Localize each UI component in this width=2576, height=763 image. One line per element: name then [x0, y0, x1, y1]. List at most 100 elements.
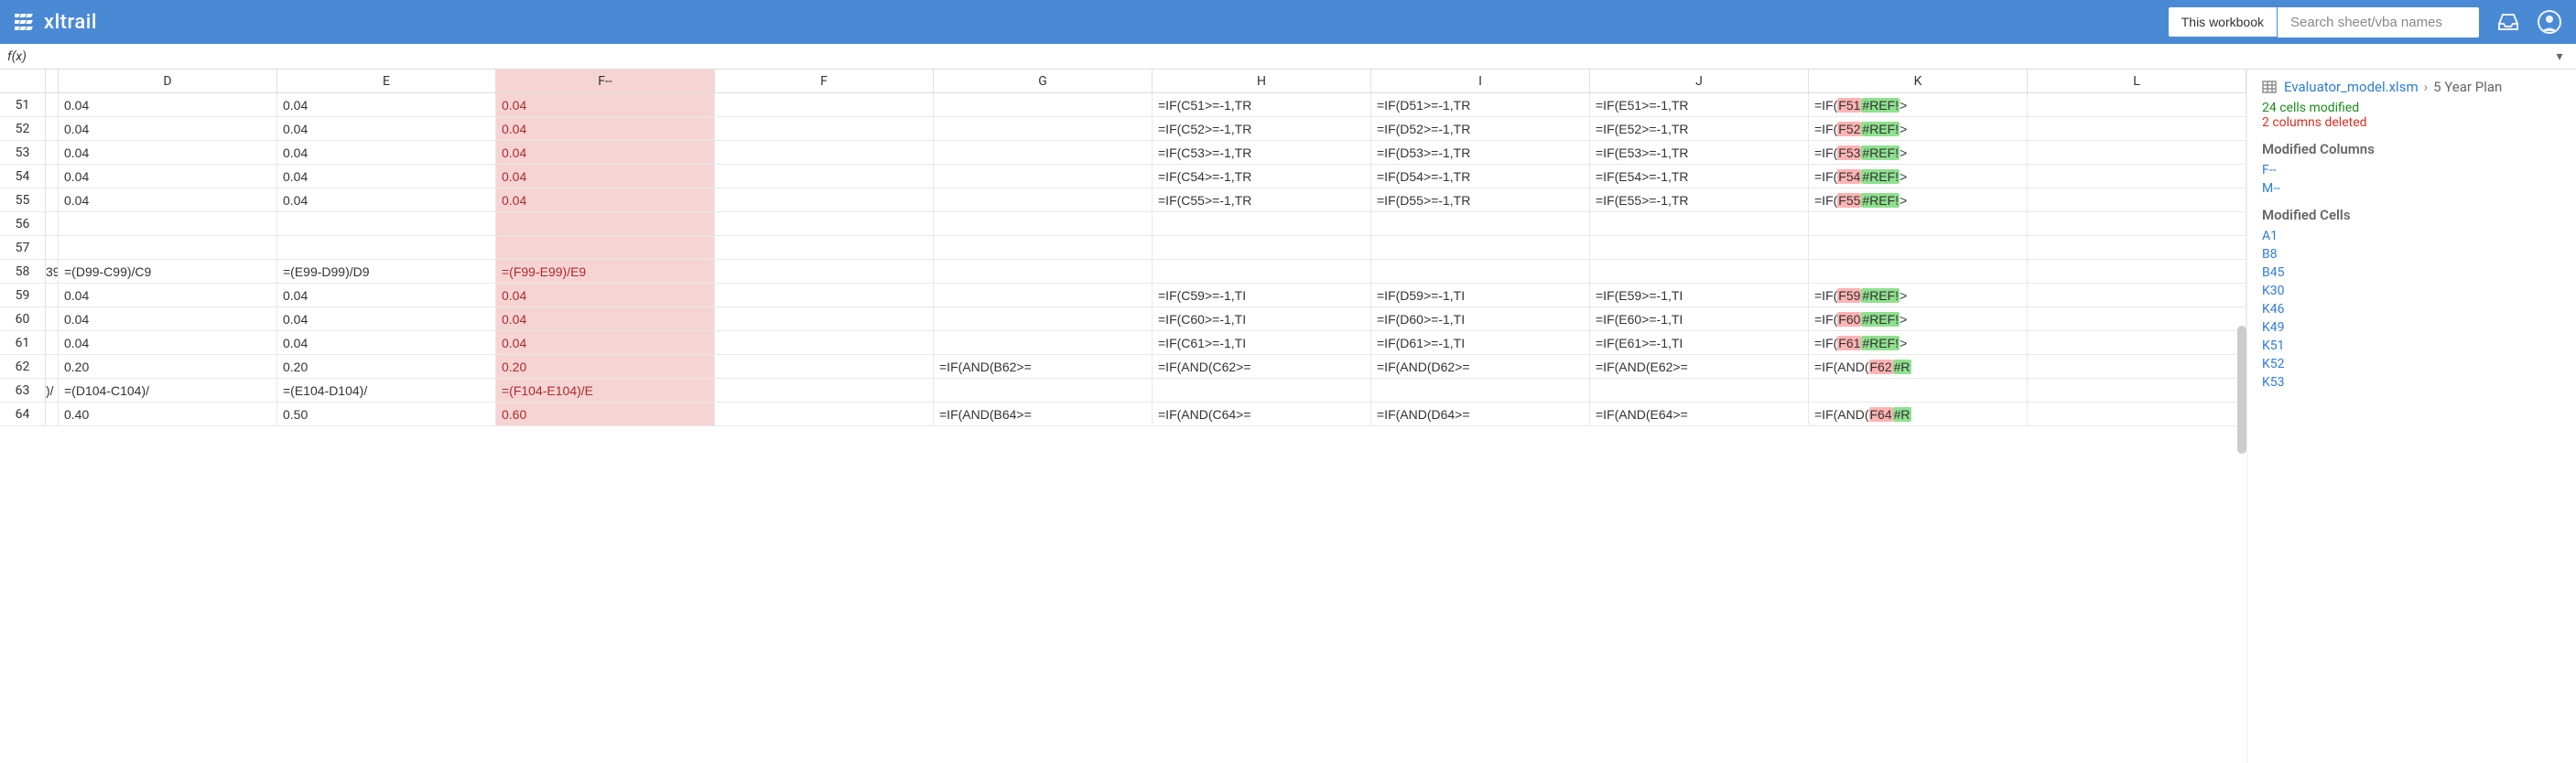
cell[interactable]: =IF(AND(C64>= — [1153, 403, 1371, 425]
cell[interactable] — [2028, 117, 2246, 140]
column-header[interactable]: F-- — [496, 70, 715, 92]
row-header[interactable]: 56 — [0, 212, 46, 235]
cell[interactable] — [46, 355, 59, 378]
corner-cell[interactable] — [0, 70, 46, 92]
cell[interactable]: 0.04 — [277, 93, 496, 116]
cell[interactable]: 0.04 — [59, 141, 277, 164]
cell[interactable]: =IF(E55>=-1,TR — [1590, 188, 1809, 211]
cell[interactable] — [715, 331, 934, 354]
cell[interactable] — [934, 165, 1153, 188]
cell[interactable]: 0.04 — [496, 284, 715, 306]
cell[interactable] — [1153, 260, 1371, 283]
cell[interactable]: =IF(F60#REF!> — [1809, 307, 2028, 330]
cell[interactable] — [934, 141, 1153, 164]
cell[interactable] — [2028, 403, 2246, 425]
cell[interactable]: 0.04 — [496, 307, 715, 330]
cell[interactable]: =IF(C52>=-1,TR — [1153, 117, 1371, 140]
cell[interactable] — [46, 93, 59, 116]
cell[interactable] — [1153, 236, 1371, 259]
cell[interactable] — [715, 284, 934, 306]
cell[interactable] — [46, 165, 59, 188]
cell[interactable] — [715, 355, 934, 378]
cell[interactable]: =IF(D61>=-1,TI — [1371, 331, 1590, 354]
column-header[interactable]: L — [2028, 70, 2246, 92]
cell[interactable]: 0.50 — [277, 403, 496, 425]
cell[interactable] — [2028, 141, 2246, 164]
cell[interactable] — [46, 212, 59, 235]
grid-body[interactable]: 510.040.040.04=IF(C51>=-1,TR=IF(D51>=-1,… — [0, 93, 2246, 763]
cell[interactable]: 0.04 — [59, 188, 277, 211]
cell[interactable]: 0.04 — [277, 141, 496, 164]
cell[interactable]: =IF(F52#REF!> — [1809, 117, 2028, 140]
cell[interactable]: =IF(D54>=-1,TR — [1371, 165, 1590, 188]
search-input[interactable] — [2278, 7, 2479, 38]
cell[interactable]: =IF(C51>=-1,TR — [1153, 93, 1371, 116]
cell[interactable] — [277, 212, 496, 235]
cell[interactable] — [277, 236, 496, 259]
cell[interactable]: 0.04 — [59, 165, 277, 188]
cell[interactable]: 0.60 — [496, 403, 715, 425]
vertical-scrollbar[interactable] — [2237, 326, 2246, 454]
cell[interactable] — [1590, 212, 1809, 235]
cell[interactable] — [715, 212, 934, 235]
cell[interactable] — [46, 284, 59, 306]
modified-cell-link[interactable]: K53 — [2262, 375, 2561, 390]
cell[interactable]: 0.20 — [496, 355, 715, 378]
cell[interactable] — [2028, 284, 2246, 306]
cell[interactable]: 0.20 — [277, 355, 496, 378]
cell[interactable] — [59, 212, 277, 235]
row-header[interactable]: 59 — [0, 284, 46, 306]
cell[interactable]: 0.04 — [496, 165, 715, 188]
modified-cell-link[interactable]: K51 — [2262, 339, 2561, 353]
cell[interactable]: =IF(D59>=-1,TI — [1371, 284, 1590, 306]
cell[interactable]: =IF(C53>=-1,TR — [1153, 141, 1371, 164]
cell[interactable] — [715, 379, 934, 402]
cell[interactable] — [934, 331, 1153, 354]
cell[interactable] — [715, 307, 934, 330]
cell[interactable]: =IF(F53#REF!> — [1809, 141, 2028, 164]
cell[interactable] — [934, 307, 1153, 330]
cell[interactable] — [46, 236, 59, 259]
cell[interactable]: =IF(AND(F62#R — [1809, 355, 2028, 378]
column-header[interactable]: I — [1371, 70, 1590, 92]
cell[interactable] — [46, 188, 59, 211]
cell[interactable] — [46, 141, 59, 164]
cell[interactable]: =IF(F54#REF!> — [1809, 165, 2028, 188]
row-header[interactable]: 53 — [0, 141, 46, 164]
cell[interactable] — [46, 331, 59, 354]
fx-dropdown-icon[interactable]: ▾ — [2550, 49, 2569, 64]
column-header[interactable]: E — [277, 70, 496, 92]
modified-cell-link[interactable]: K46 — [2262, 302, 2561, 317]
cell[interactable] — [934, 188, 1153, 211]
cell[interactable] — [934, 212, 1153, 235]
modified-cell-link[interactable]: A1 — [2262, 229, 2561, 243]
column-header[interactable]: J — [1590, 70, 1809, 92]
cell[interactable] — [2028, 331, 2246, 354]
cell[interactable]: =IF(AND(D62>= — [1371, 355, 1590, 378]
cell[interactable]: 0.04 — [496, 188, 715, 211]
cell[interactable]: 0.04 — [59, 93, 277, 116]
cell[interactable]: =IF(E60>=-1,TI — [1590, 307, 1809, 330]
cell[interactable]: 0.04 — [277, 165, 496, 188]
column-header[interactable]: D — [59, 70, 277, 92]
modified-column-link[interactable]: M-- — [2262, 181, 2561, 196]
cell[interactable]: 0.40 — [59, 403, 277, 425]
cell[interactable]: =IF(D55>=-1,TR — [1371, 188, 1590, 211]
cell[interactable]: =IF(F51#REF!> — [1809, 93, 2028, 116]
cell[interactable] — [46, 307, 59, 330]
cell[interactable]: =IF(E52>=-1,TR — [1590, 117, 1809, 140]
cell[interactable] — [2028, 260, 2246, 283]
column-header[interactable]: G — [934, 70, 1153, 92]
cell[interactable] — [934, 117, 1153, 140]
cell[interactable]: =IF(C54>=-1,TR — [1153, 165, 1371, 188]
cell[interactable]: =(F99-E99)/E9 — [496, 260, 715, 283]
cell[interactable] — [1590, 379, 1809, 402]
cell[interactable]: =IF(D51>=-1,TR — [1371, 93, 1590, 116]
cell[interactable]: =(E104-D104)/ — [277, 379, 496, 402]
row-header[interactable]: 51 — [0, 93, 46, 116]
row-header[interactable]: 64 — [0, 403, 46, 425]
cell[interactable] — [2028, 165, 2246, 188]
cell[interactable] — [2028, 93, 2246, 116]
cell[interactable]: =IF(C55>=-1,TR — [1153, 188, 1371, 211]
cell[interactable] — [1590, 260, 1809, 283]
